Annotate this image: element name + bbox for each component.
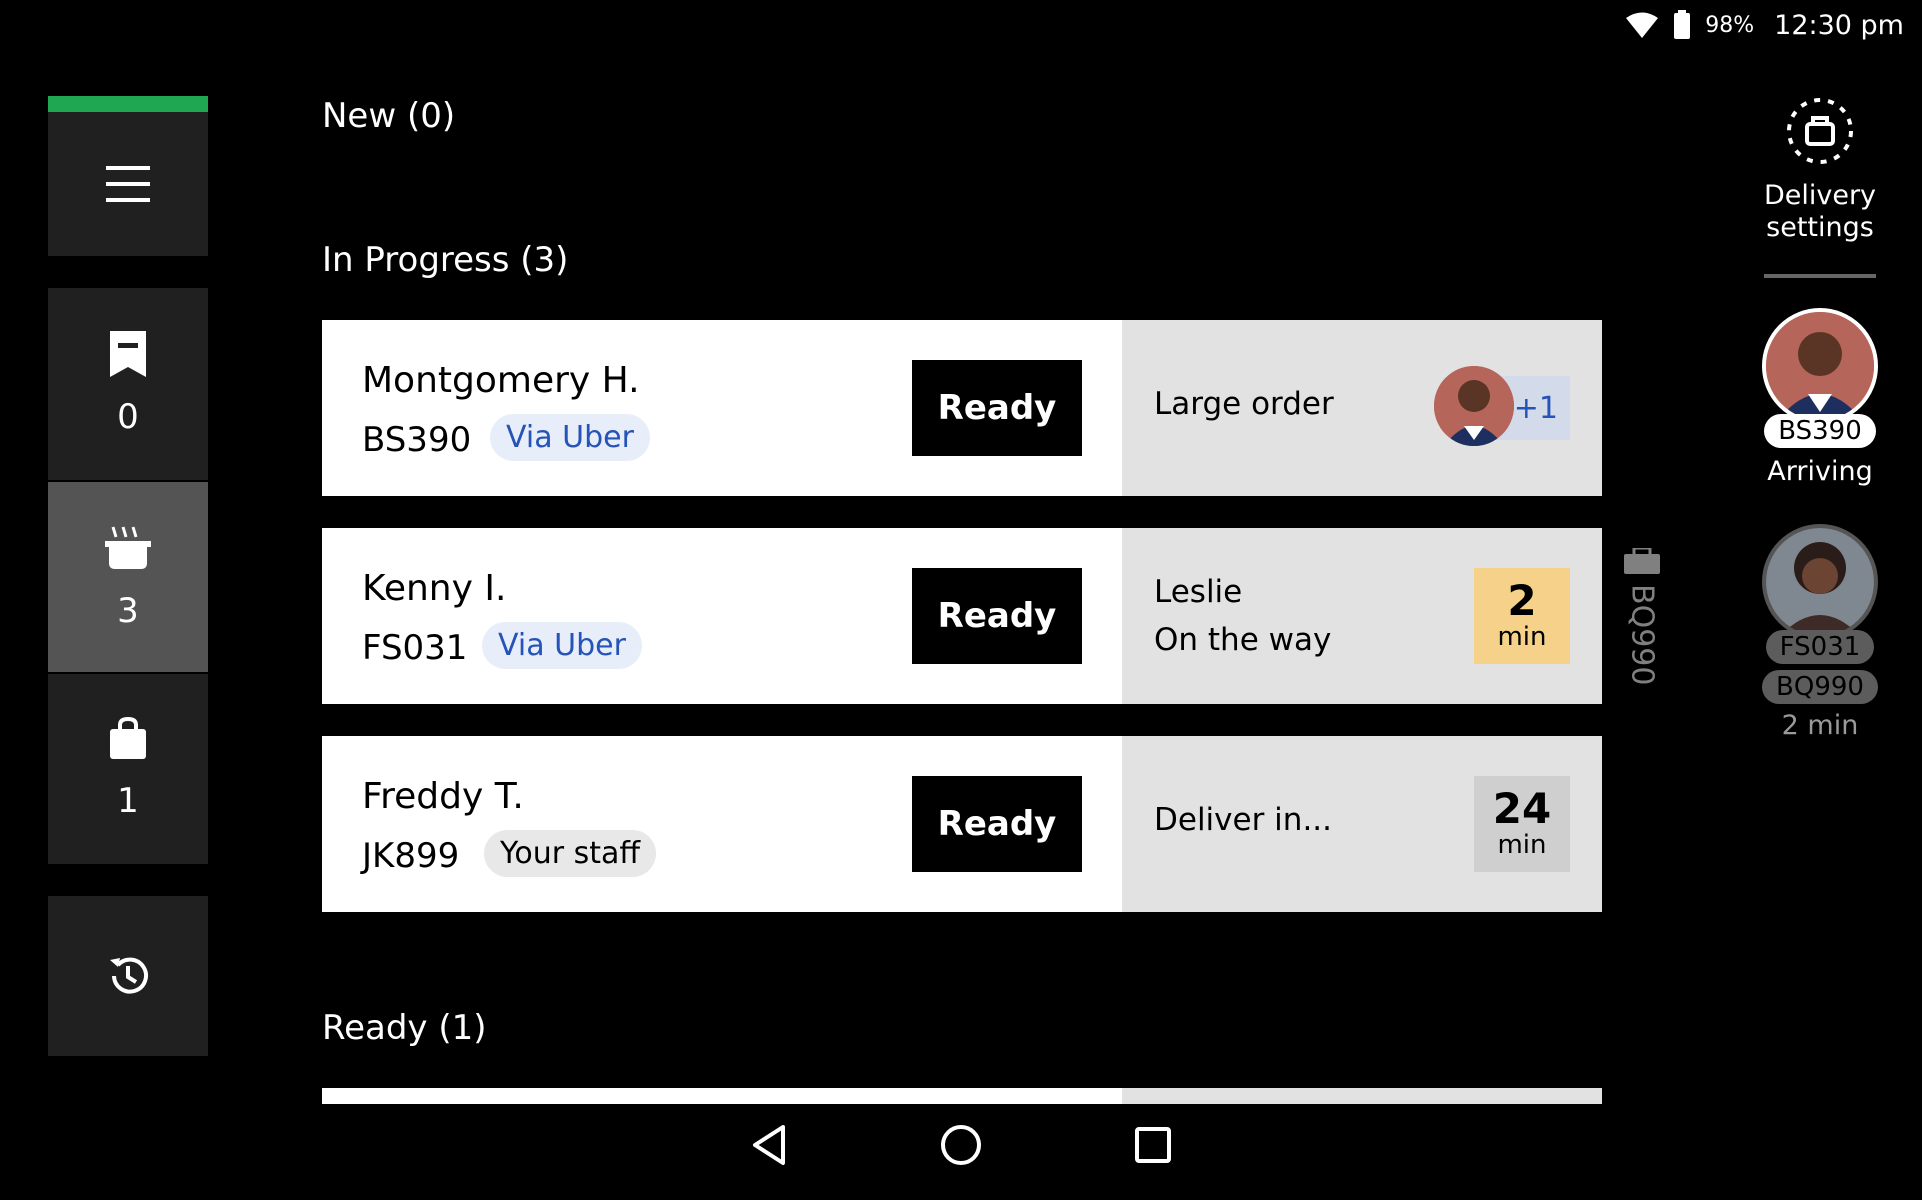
ready-button[interactable]: Ready xyxy=(912,360,1082,456)
courier-card[interactable]: FS031 BQ990 2 min xyxy=(1760,524,1880,742)
courier-name: Leslie xyxy=(1154,574,1243,610)
courier-avatar xyxy=(1434,366,1514,446)
order-card[interactable]: Montgomery H. BS390 Via Uber Ready Large… xyxy=(322,320,1602,496)
system-nav-bar xyxy=(0,1090,1922,1200)
delivery-status: Large order xyxy=(1154,386,1334,422)
battery-icon xyxy=(1674,10,1691,39)
order-id: JK899 xyxy=(362,836,460,876)
courier-eta: 2 min xyxy=(1781,710,1859,741)
history-icon xyxy=(110,957,148,994)
customer-name: Kenny I. xyxy=(362,568,507,609)
delivery-info[interactable]: Deliver in... 24 min xyxy=(1122,736,1602,912)
status-bar: 98% 12:30 pm xyxy=(1625,0,1922,50)
delivery-info[interactable]: Large order +1 xyxy=(1122,320,1602,496)
ready-count: 1 xyxy=(117,781,139,821)
hamburger-icon xyxy=(106,166,150,202)
bag-tag-label: BQ990 xyxy=(1624,584,1660,686)
order-info: Freddy T. JK899 Your staff Ready xyxy=(322,736,1122,912)
cooking-pot-icon xyxy=(105,526,151,569)
new-orders-count: 0 xyxy=(117,397,139,437)
nav-in-progress[interactable]: 3 xyxy=(48,480,208,672)
clock: 12:30 pm xyxy=(1774,9,1904,41)
delivery-status: On the way xyxy=(1154,622,1332,658)
source-tag: Your staff xyxy=(484,830,657,877)
delivery-status: Deliver in... xyxy=(1154,802,1333,838)
nav-new-orders[interactable]: 0 xyxy=(48,288,208,480)
receipt-icon xyxy=(110,331,146,377)
wifi-icon xyxy=(1626,12,1659,38)
order-info: Kenny I. FS031 Via Uber Ready xyxy=(322,528,1122,704)
courier-card[interactable]: BS390 Arriving xyxy=(1760,308,1880,488)
section-ready: Ready (1) xyxy=(322,1008,487,1048)
order-id: FS031 xyxy=(362,628,468,668)
divider xyxy=(1764,274,1876,278)
in-progress-count: 3 xyxy=(117,591,139,631)
battery-percent: 98% xyxy=(1705,12,1755,38)
eta-minutes: 2 xyxy=(1507,576,1537,625)
history-button[interactable] xyxy=(48,896,208,1056)
bag-icon xyxy=(110,717,146,759)
bag-tag[interactable]: BQ990 xyxy=(1622,548,1662,685)
eta-unit: min xyxy=(1497,830,1547,860)
customer-name: Montgomery H. xyxy=(362,360,640,401)
eta-box: 24 min xyxy=(1474,776,1570,872)
section-in-progress: In Progress (3) xyxy=(322,240,569,280)
recents-icon[interactable] xyxy=(1133,1125,1173,1165)
order-id: BS390 xyxy=(362,420,472,460)
home-icon[interactable] xyxy=(939,1123,983,1167)
back-icon[interactable] xyxy=(749,1123,789,1167)
ready-button[interactable]: Ready xyxy=(912,568,1082,664)
bag-tag-icon xyxy=(1624,548,1660,574)
eta-minutes: 24 xyxy=(1492,784,1552,833)
courier-avatar xyxy=(1762,524,1878,640)
eta-box: 2 min xyxy=(1474,568,1570,664)
ready-button[interactable]: Ready xyxy=(912,776,1082,872)
order-info: Montgomery H. BS390 Via Uber Ready xyxy=(322,320,1122,496)
section-new: New (0) xyxy=(322,96,456,136)
right-panel: Delivery settings BS390 Arriving FS031 B… xyxy=(1760,96,1880,742)
courier-status: Arriving xyxy=(1767,456,1873,487)
customer-name: Freddy T. xyxy=(362,776,524,817)
courier-order-chip: BQ990 xyxy=(1762,670,1878,704)
courier-order-chip: FS031 xyxy=(1765,630,1875,664)
delivery-settings-label: Delivery settings xyxy=(1763,180,1877,243)
order-card[interactable]: Kenny I. FS031 Via Uber Ready Leslie On … xyxy=(322,528,1602,704)
delivery-settings-icon xyxy=(1787,98,1853,164)
courier-order-chip: BS390 xyxy=(1764,414,1876,448)
source-tag: Via Uber xyxy=(482,622,642,669)
delivery-settings-button[interactable]: Delivery settings xyxy=(1760,96,1880,244)
nav-ready[interactable]: 1 xyxy=(48,672,208,864)
source-tag: Via Uber xyxy=(490,414,650,461)
delivery-info[interactable]: Leslie On the way 2 min xyxy=(1122,528,1602,704)
order-filter-group: 0 3 1 xyxy=(48,288,208,864)
left-nav: 0 3 1 xyxy=(48,96,208,1056)
order-card[interactable]: Freddy T. JK899 Your staff Ready Deliver… xyxy=(322,736,1602,912)
menu-button[interactable] xyxy=(48,96,208,256)
eta-unit: min xyxy=(1497,622,1547,652)
courier-avatar xyxy=(1762,308,1878,424)
